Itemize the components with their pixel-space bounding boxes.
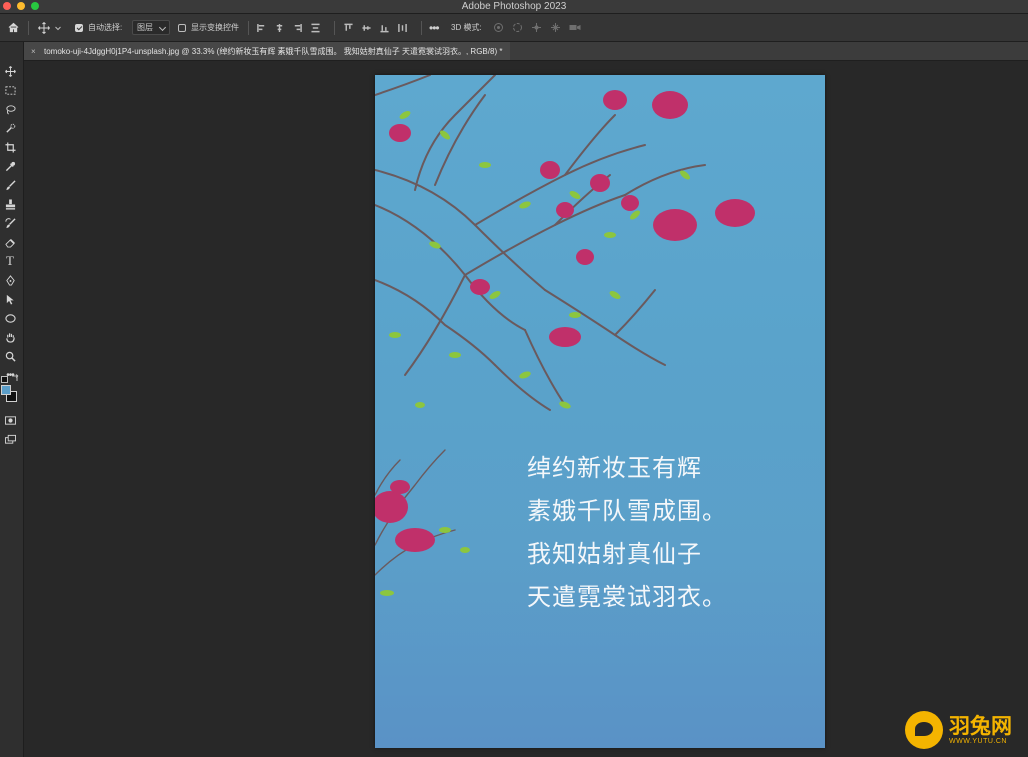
document-tab[interactable]: × tomoko-uji-4JdggH0j1P4-unsplash.jpg @ … [24, 42, 511, 60]
pen-icon [5, 274, 15, 286]
quick-mask-button[interactable] [2, 412, 18, 428]
default-colors-icon[interactable] [1, 376, 8, 383]
align-left-icon[interactable] [257, 23, 266, 33]
poem-line-4: 天遣霓裳试羽衣。 [527, 583, 727, 611]
more-options-button[interactable]: ••• [429, 20, 440, 35]
show-transform-label: 显示变换控件 [191, 23, 239, 32]
sep-1 [28, 20, 29, 35]
screen-mode-icon [4, 434, 16, 444]
home-icon [8, 22, 19, 33]
path-select-tool[interactable] [2, 291, 18, 307]
watermark-logo-icon [905, 711, 943, 749]
pan-3d-icon[interactable] [531, 22, 542, 33]
hand-icon [5, 332, 15, 343]
chevron-down-icon [55, 26, 61, 30]
align-middle-icon[interactable] [362, 23, 371, 33]
tools-panel: T ••• [0, 42, 24, 757]
history-brush-tool[interactable] [2, 215, 18, 231]
document-tab-title: tomoko-uji-4JdggH0j1P4-unsplash.jpg @ 33… [44, 46, 503, 56]
document-canvas[interactable]: 绰约新妆玉有辉 素娥千队雪成围。 我知姑射真仙子 天遣霓裳试羽衣。 [375, 75, 825, 748]
align-v-group [344, 20, 407, 35]
path-select-icon [6, 294, 14, 305]
poem-line-1: 绰约新妆玉有辉 [527, 454, 702, 482]
app-title: Adobe Photoshop 2023 [461, 1, 567, 12]
move-icon [38, 21, 50, 34]
move-tool[interactable] [2, 63, 18, 79]
align-group [257, 20, 320, 35]
watermark-brand: 羽兔网 [949, 715, 1012, 738]
distribute-v-icon[interactable] [398, 23, 407, 33]
pen-tool[interactable] [2, 272, 18, 288]
brush-icon [5, 179, 16, 190]
auto-select-toggle[interactable]: 自动选择: [75, 20, 122, 35]
text-icon: T [6, 253, 14, 268]
eraser-icon [4, 238, 15, 248]
sep-2 [248, 20, 249, 35]
eraser-tool[interactable] [2, 234, 18, 250]
watermark: 羽兔网 WWW.YUTU.CN [905, 707, 1023, 753]
marquee-tool[interactable] [2, 82, 18, 98]
distribute-h-icon[interactable] [311, 23, 320, 33]
align-center-h-icon[interactable] [275, 23, 284, 33]
swap-colors-icon[interactable] [11, 374, 19, 382]
text-tool[interactable]: T [2, 253, 18, 269]
align-bottom-icon[interactable] [380, 23, 389, 33]
quick-select-icon [5, 123, 15, 133]
history-brush-icon [4, 217, 16, 228]
foreground-color-swatch[interactable] [1, 385, 11, 395]
home-button[interactable] [8, 20, 19, 35]
lasso-icon [5, 104, 16, 114]
auto-select-checkbox[interactable] [75, 23, 83, 32]
eyedropper-icon [5, 161, 15, 171]
watermark-url: WWW.YUTU.CN [949, 738, 1007, 745]
hand-tool[interactable] [2, 329, 18, 345]
mode-3d-group [493, 20, 581, 35]
roll-3d-icon[interactable] [512, 22, 523, 33]
poem-text-layer[interactable]: 绰约新妆玉有辉 素娥千队雪成围。 我知姑射真仙子 天遣霓裳试羽衣。 [527, 447, 727, 619]
document-tab-bar: × tomoko-uji-4JdggH0j1P4-unsplash.jpg @ … [24, 42, 1028, 61]
options-bar: 自动选择: 图层 显示变换控件 ••• 3D 模式: [0, 14, 1028, 42]
poem-line-2: 素娥千队雪成围。 [527, 497, 727, 525]
brush-tool[interactable] [2, 177, 18, 193]
auto-select-value[interactable]: 图层 [132, 20, 170, 35]
orbit-3d-icon[interactable] [493, 22, 504, 33]
zoom-tool[interactable] [2, 348, 18, 364]
slide-3d-icon[interactable] [550, 22, 561, 33]
lasso-tool[interactable] [2, 101, 18, 117]
move-icon [4, 65, 16, 77]
ellipse-icon [4, 313, 16, 323]
move-tool-preset[interactable] [38, 20, 62, 35]
camera-3d-icon[interactable] [569, 22, 581, 33]
show-transform-checkbox[interactable] [178, 23, 186, 32]
sep-3 [334, 20, 335, 35]
title-bar: Adobe Photoshop 2023 [0, 0, 1028, 14]
auto-select-label: 自动选择: [88, 23, 123, 32]
eyedropper-tool[interactable] [2, 158, 18, 174]
ellipse-tool[interactable] [2, 310, 18, 326]
sep-4 [421, 20, 422, 35]
auto-select-dropdown[interactable]: 图层 [132, 20, 170, 35]
crop-icon [4, 141, 16, 153]
align-top-icon[interactable] [344, 23, 353, 33]
screen-mode-button[interactable] [2, 431, 18, 447]
stamp-tool[interactable] [2, 196, 18, 212]
mode-3d-label: 3D 模式: [451, 23, 482, 32]
quick-mask-icon [4, 415, 16, 425]
stamp-icon [5, 198, 15, 210]
close-tab-icon[interactable]: × [31, 47, 36, 56]
quick-select-tool[interactable] [2, 120, 18, 136]
poem-line-3: 我知姑射真仙子 [527, 540, 702, 568]
zoom-icon [5, 351, 16, 362]
marquee-icon [4, 85, 16, 95]
crop-tool[interactable] [2, 139, 18, 155]
show-transform-toggle[interactable]: 显示变换控件 [178, 20, 239, 35]
magnolia-branches-image [375, 75, 755, 596]
align-right-icon[interactable] [293, 23, 302, 33]
